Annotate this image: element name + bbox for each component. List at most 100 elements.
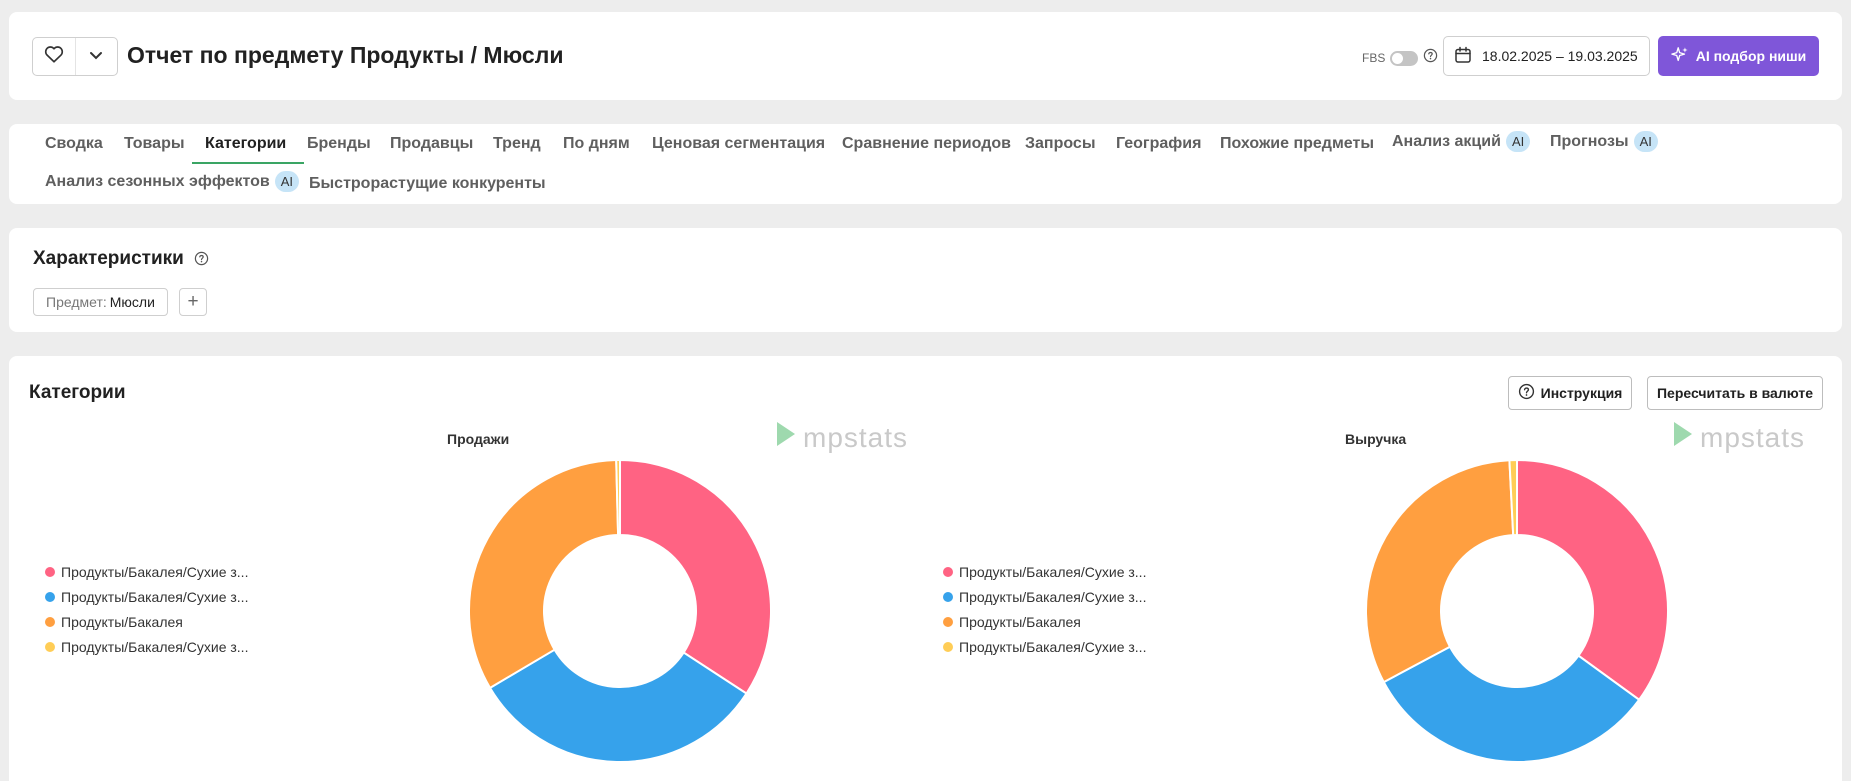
legend-label: Продукты/Бакалея/Сухие з... <box>61 638 249 655</box>
categories-title: Категории <box>29 382 126 403</box>
instruction-button[interactable]: Инструкция <box>1508 376 1632 410</box>
help-icon[interactable] <box>1423 48 1438 68</box>
revenue-donut-chart <box>1365 459 1669 763</box>
tab-geography[interactable]: География <box>1116 135 1201 153</box>
date-range-picker[interactable]: 18.02.2025 – 19.03.2025 <box>1443 36 1650 76</box>
legend-color-dot <box>943 641 953 652</box>
legend-color-dot <box>943 616 953 627</box>
legend-item[interactable]: Продукты/Бакалея/Сухие з... <box>45 634 248 659</box>
tab-forecasts[interactable]: Прогнозы AI <box>1550 131 1658 152</box>
tab-fast-growing-competitors[interactable]: Быстрорастущие конкуренты <box>309 175 546 193</box>
legend-label: Продукты/Бакалея <box>959 613 1081 630</box>
legend-color-dot <box>45 616 55 627</box>
tab-label: Анализ акций <box>1392 132 1501 150</box>
donut-slice[interactable] <box>619 459 772 695</box>
instruction-label: Инструкция <box>1540 385 1623 401</box>
tab-label: Прогнозы <box>1550 132 1629 150</box>
report-tabs: Сводка Товары Категории Бренды Продавцы … <box>9 124 1842 204</box>
tab-label: Похожие предметы <box>1220 135 1374 152</box>
page-title: Отчет по предмету Продукты / Мюсли <box>127 42 564 68</box>
legend-label: Продукты/Бакалея/Сухие з... <box>61 563 249 580</box>
favorite-dropdown-button[interactable] <box>74 38 117 75</box>
legend-item[interactable]: Продукты/Бакалея/Сухие з... <box>45 559 248 584</box>
tab-label: Сводка <box>45 135 103 152</box>
donut-slice[interactable] <box>1365 459 1515 684</box>
tab-label: По дням <box>563 135 630 152</box>
calendar-icon <box>1454 46 1472 67</box>
fbs-switch-group: FBS <box>1362 48 1438 68</box>
tab-seasonal-effects[interactable]: Анализ сезонных эффектов AI <box>45 171 300 192</box>
tab-label: География <box>1116 135 1202 152</box>
report-header: Отчет по предмету Продукты / Мюсли FBS 1… <box>9 12 1842 100</box>
active-tab-indicator <box>192 162 304 164</box>
tab-queries[interactable]: Запросы <box>1025 135 1095 153</box>
characteristics-section: Характеристики Предмет: Мюсли + <box>9 228 1842 332</box>
legend-item[interactable]: Продукты/Бакалея/Сухие з... <box>45 584 248 609</box>
tab-trend[interactable]: Тренд <box>493 135 541 153</box>
tab-brands[interactable]: Бренды <box>307 135 371 153</box>
legend-label: Продукты/Бакалея/Сухие з... <box>959 638 1147 655</box>
tab-label: Быстрорастущие конкуренты <box>309 175 546 192</box>
mpstats-logo-icon <box>1672 420 1694 455</box>
ai-badge: AI <box>274 171 300 192</box>
tab-period-comparison[interactable]: Сравнение периодов <box>842 135 1011 153</box>
mpstats-watermark: mpstats <box>775 420 908 455</box>
legend-label: Продукты/Бакалея/Сухие з... <box>959 588 1147 605</box>
tab-label: Сравнение периодов <box>842 135 1011 152</box>
favorite-group <box>32 37 118 76</box>
chart-title: Продажи <box>447 431 510 447</box>
legend-color-dot <box>45 566 55 577</box>
donut-slice[interactable] <box>468 459 620 690</box>
date-range-text: 18.02.2025 – 19.03.2025 <box>1482 48 1638 64</box>
legend-item[interactable]: Продукты/Бакалея/Сухие з... <box>943 634 1146 659</box>
help-icon <box>1518 383 1535 403</box>
tab-products[interactable]: Товары <box>124 135 185 153</box>
tab-summary[interactable]: Сводка <box>45 135 103 153</box>
tab-promo-analysis[interactable]: Анализ акций AI <box>1392 131 1531 152</box>
chart-title: Выручка <box>1345 431 1407 447</box>
fbs-label: FBS <box>1362 51 1386 65</box>
tab-categories[interactable]: Категории <box>205 135 286 153</box>
mpstats-logo-icon <box>775 420 797 455</box>
fbs-toggle[interactable] <box>1390 50 1419 66</box>
legend-item[interactable]: Продукты/Бакалея <box>943 609 1146 634</box>
sparkle-icon <box>1670 46 1689 67</box>
tab-by-days[interactable]: По дням <box>563 135 630 153</box>
tab-similar-subjects[interactable]: Похожие предметы <box>1220 135 1374 153</box>
legend-color-dot <box>45 641 55 652</box>
legend-color-dot <box>943 566 953 577</box>
section-title-text: Характеристики <box>33 248 184 269</box>
chart-legend: Продукты/Бакалея/Сухие з... Продукты/Бака… <box>45 559 248 659</box>
mpstats-watermark: mpstats <box>1672 420 1805 455</box>
tab-sellers[interactable]: Продавцы <box>390 135 473 153</box>
tab-label: Ценовая сегментация <box>652 135 826 152</box>
tab-label: Категории <box>205 135 287 152</box>
legend-item[interactable]: Продукты/Бакалея/Сухие з... <box>943 584 1146 609</box>
tab-label: Тренд <box>493 135 541 152</box>
tab-label: Бренды <box>307 135 371 152</box>
chevron-down-icon <box>89 48 103 66</box>
donut-slice[interactable] <box>1516 459 1669 702</box>
favorite-button[interactable] <box>33 38 75 75</box>
legend-label: Продукты/Бакалея <box>61 613 183 630</box>
tab-price-segmentation[interactable]: Ценовая сегментация <box>652 135 825 153</box>
legend-item[interactable]: Продукты/Бакалея/Сухие з... <box>943 559 1146 584</box>
ai-badge: AI <box>1633 131 1658 152</box>
tab-label: Запросы <box>1025 135 1096 152</box>
characteristics-title: Характеристики <box>33 248 209 270</box>
recalculate-currency-button[interactable]: Пересчитать в валюте <box>1647 376 1823 410</box>
subject-filter-chip[interactable]: Предмет: Мюсли <box>33 288 168 316</box>
plus-icon: + <box>187 291 199 312</box>
filter-key: Предмет: <box>46 294 107 310</box>
ai-niche-button[interactable]: AI подбор ниши <box>1658 36 1819 76</box>
legend-color-dot <box>943 591 953 602</box>
heart-icon <box>44 45 64 68</box>
ai-niche-label: AI подбор ниши <box>1695 48 1807 64</box>
watermark-text: mpstats <box>803 421 909 453</box>
legend-item[interactable]: Продукты/Бакалея <box>45 609 248 634</box>
categories-section: Категории Инструкция Пересчитать в валют… <box>9 356 1842 781</box>
chart-legend: Продукты/Бакалея/Сухие з... Продукты/Бака… <box>943 559 1146 659</box>
legend-label: Продукты/Бакалея/Сухие з... <box>959 563 1147 580</box>
help-icon[interactable] <box>194 251 209 266</box>
add-filter-button[interactable]: + <box>179 288 207 316</box>
